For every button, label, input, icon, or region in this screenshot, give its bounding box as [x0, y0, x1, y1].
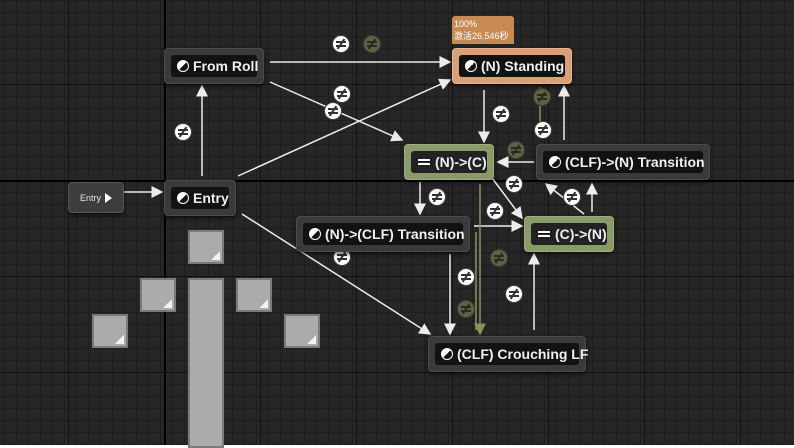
transition-rule-icon[interactable]	[534, 121, 552, 139]
transition-rule-icon[interactable]	[457, 268, 475, 286]
state-label: (CLF) Crouching LF	[457, 346, 589, 362]
state-icon	[549, 156, 561, 168]
placeholder-bar[interactable]	[188, 278, 224, 448]
state-icon	[309, 228, 321, 240]
state-icon	[441, 348, 453, 360]
entry-point-node[interactable]: Entry	[68, 182, 124, 213]
state-label: From Roll	[193, 58, 259, 74]
state-label: (CLF)->(N) Transition	[565, 154, 705, 170]
conduit-label: (C)->(N)	[555, 226, 607, 242]
state-machine-graph-canvas[interactable]: Entry 100% 激活26.546秒 From Roll (N) Stand…	[0, 0, 794, 448]
transition-rule-icon[interactable]	[492, 105, 510, 123]
conduit-node-n-to-c[interactable]: (N)->(C)	[404, 144, 494, 180]
transition-rule-icon[interactable]	[332, 35, 350, 53]
conduit-icon	[417, 157, 431, 167]
placeholder-box[interactable]	[92, 314, 128, 348]
state-node-from-roll[interactable]: From Roll	[164, 48, 264, 84]
placeholder-box[interactable]	[140, 278, 176, 312]
placeholder-box[interactable]	[236, 278, 272, 312]
transition-rule-icon[interactable]	[533, 88, 551, 106]
state-icon	[177, 60, 189, 72]
transition-rule-icon[interactable]	[333, 85, 351, 103]
transition-rule-icon[interactable]	[486, 202, 504, 220]
transition-rule-icon[interactable]	[563, 188, 581, 206]
state-node-entry[interactable]: Entry	[164, 180, 236, 216]
state-node-clf-crouching-lf[interactable]: (CLF) Crouching LF	[428, 336, 589, 372]
conduit-icon	[537, 229, 551, 239]
transition-rule-icon[interactable]	[174, 123, 192, 141]
transition-rule-icon[interactable]	[324, 102, 342, 120]
state-node-n-to-clf-transition[interactable]: (N)->(CLF) Transition	[296, 216, 470, 252]
transition-rule-icon[interactable]	[363, 35, 381, 53]
transition-rule-icon[interactable]	[507, 141, 525, 159]
tooltip-active-time: 激活26.546秒	[454, 31, 509, 41]
state-icon	[465, 60, 477, 72]
state-label: (N)->(CLF) Transition	[325, 226, 465, 242]
transition-rule-icon[interactable]	[505, 285, 523, 303]
placeholder-box[interactable]	[188, 230, 224, 264]
transition-rule-icon[interactable]	[490, 249, 508, 267]
conduit-node-c-to-n[interactable]: (C)->(N)	[524, 216, 614, 252]
state-node-clf-to-n-transition[interactable]: (CLF)->(N) Transition	[536, 144, 710, 180]
transition-rule-icon[interactable]	[457, 300, 475, 318]
entry-point-label: Entry	[79, 192, 101, 203]
transition-rule-icon[interactable]	[428, 188, 446, 206]
exec-pin-icon[interactable]	[105, 192, 112, 203]
state-icon	[177, 192, 189, 204]
tooltip-weight: 100%	[454, 19, 478, 29]
state-label: (N) Standing	[481, 58, 565, 74]
state-label: Entry	[193, 190, 229, 206]
transition-rule-icon[interactable]	[505, 175, 523, 193]
active-state-tooltip: 100% 激活26.546秒	[452, 16, 514, 44]
state-node-n-standing[interactable]: (N) Standing	[452, 48, 572, 84]
conduit-label: (N)->(C)	[435, 154, 487, 170]
placeholder-box[interactable]	[284, 314, 320, 348]
